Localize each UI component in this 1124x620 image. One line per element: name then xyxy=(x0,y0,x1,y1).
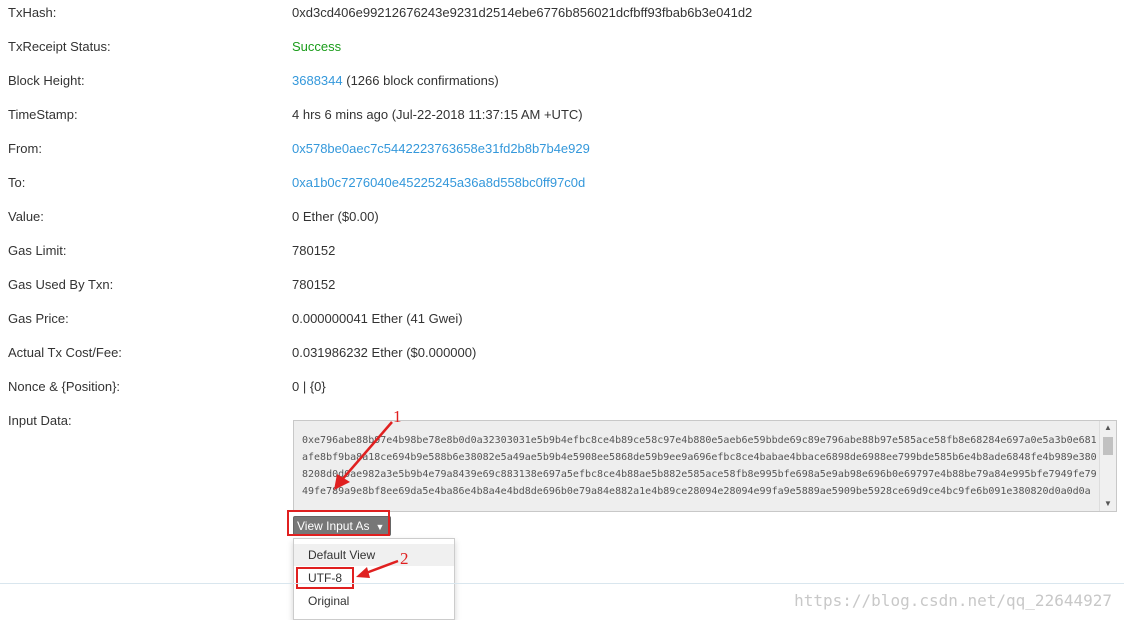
section-divider xyxy=(0,583,1124,584)
input-data-label: Input Data: xyxy=(8,413,72,428)
row-nonce: Nonce & {Position}: 0 | {0} xyxy=(0,374,1124,408)
block-height-link[interactable]: 3688344 xyxy=(292,73,343,88)
to-label: To: xyxy=(8,175,26,190)
nonce-label: Nonce & {Position}: xyxy=(8,379,121,394)
timestamp-label: TimeStamp: xyxy=(8,107,78,122)
scroll-thumb[interactable] xyxy=(1103,437,1113,455)
status-label: TxReceipt Status: xyxy=(8,39,111,54)
menu-item-original[interactable]: Original xyxy=(294,590,454,612)
row-block-height: Block Height: 3688344 (1266 block confir… xyxy=(0,68,1124,102)
txhash-value: 0xd3cd406e99212676243e9231d2514ebe6776b8… xyxy=(292,5,753,20)
input-data-textarea[interactable]: 0xe796abe88b97e4b98be78e8b0d0a32303031e5… xyxy=(293,420,1117,512)
annotation-marker-2: 2 xyxy=(400,549,409,568)
highlight-view-input-button xyxy=(287,510,390,536)
row-txhash: TxHash: 0xd3cd406e99212676243e9231d2514e… xyxy=(0,0,1124,34)
watermark: https://blog.csdn.net/qq_22644927 xyxy=(794,591,1112,610)
row-value: Value: 0 Ether ($0.00) xyxy=(0,204,1124,238)
input-data-scrollbar[interactable]: ▲ ▼ xyxy=(1099,421,1116,511)
highlight-utf8-item xyxy=(296,567,354,589)
tx-fee-label: Actual Tx Cost/Fee: xyxy=(8,345,122,360)
scroll-up-icon[interactable]: ▲ xyxy=(1100,421,1116,435)
scroll-down-icon[interactable]: ▼ xyxy=(1100,497,1116,511)
block-confirmations: (1266 block confirmations) xyxy=(342,73,499,88)
input-data-text: 0xe796abe88b97e4b98be78e8b0d0a32303031e5… xyxy=(302,435,1097,497)
annotation-marker-1: 1 xyxy=(393,407,402,426)
row-timestamp: TimeStamp: 4 hrs 6 mins ago (Jul-22-2018… xyxy=(0,102,1124,136)
row-tx-fee: Actual Tx Cost/Fee: 0.031986232 Ether ($… xyxy=(0,340,1124,374)
row-gas-used: Gas Used By Txn: 780152 xyxy=(0,272,1124,306)
gas-price-label: Gas Price: xyxy=(8,311,69,326)
row-gas-price: Gas Price: 0.000000041 Ether (41 Gwei) xyxy=(0,306,1124,340)
row-to: To: 0xa1b0c7276040e45225245a36a8d558bc0f… xyxy=(0,170,1124,204)
from-address-link[interactable]: 0x578be0aec7c5442223763658e31fd2b8b7b4e9… xyxy=(292,141,590,156)
gas-limit-value: 780152 xyxy=(292,243,336,258)
gas-price-value: 0.000000041 Ether (41 Gwei) xyxy=(292,311,463,326)
row-gas-limit: Gas Limit: 780152 xyxy=(0,238,1124,272)
tx-fee-value: 0.031986232 Ether ($0.000000) xyxy=(292,345,477,360)
from-label: From: xyxy=(8,141,42,156)
txhash-label: TxHash: xyxy=(8,5,57,20)
row-from: From: 0x578be0aec7c5442223763658e31fd2b8… xyxy=(0,136,1124,170)
to-address-link[interactable]: 0xa1b0c7276040e45225245a36a8d558bc0ff97c… xyxy=(292,175,585,190)
row-status: TxReceipt Status: Success xyxy=(0,34,1124,68)
menu-item-default-view[interactable]: Default View xyxy=(294,544,454,566)
value-value: 0 Ether ($0.00) xyxy=(292,209,379,224)
gas-limit-label: Gas Limit: xyxy=(8,243,67,258)
block-height-value: 3688344 (1266 block confirmations) xyxy=(292,73,499,88)
timestamp-value: 4 hrs 6 mins ago (Jul-22-2018 11:37:15 A… xyxy=(292,107,583,122)
nonce-value: 0 | {0} xyxy=(292,379,326,394)
status-value: Success xyxy=(292,39,342,54)
gas-used-label: Gas Used By Txn: xyxy=(8,277,114,292)
value-label: Value: xyxy=(8,209,44,224)
block-height-label: Block Height: xyxy=(8,73,85,88)
gas-used-value: 780152 xyxy=(292,277,336,292)
